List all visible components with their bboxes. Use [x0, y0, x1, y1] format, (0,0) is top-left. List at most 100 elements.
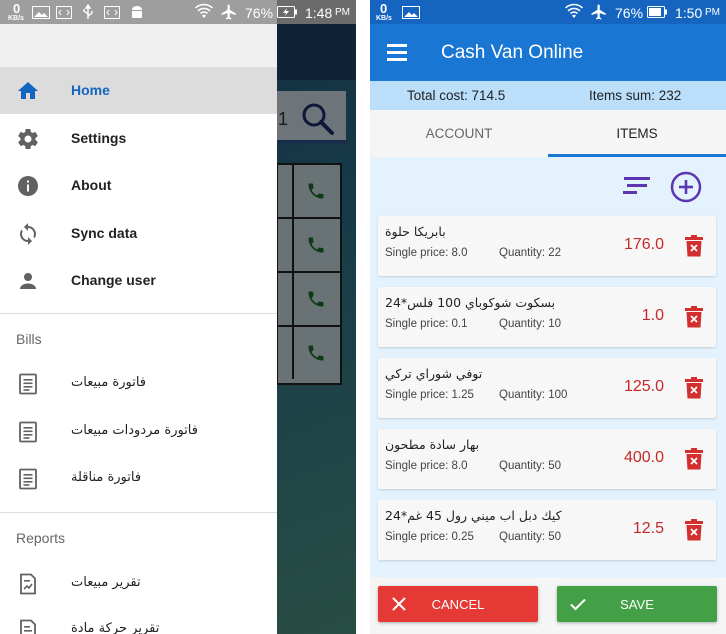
delete-icon[interactable]: [684, 377, 704, 399]
divider: [0, 512, 277, 513]
sync-icon: [20, 223, 36, 245]
left-screen: 1 Home Settings About Sync data Change u…: [0, 0, 356, 634]
code-icon: [104, 6, 120, 19]
item-name: بابريكا حلوة: [385, 224, 446, 239]
drawer-item-item-movement-report[interactable]: تقرير حركة مادة: [0, 606, 277, 634]
delete-icon[interactable]: [684, 306, 704, 328]
drawer-item-label: Home: [71, 82, 110, 98]
summary-bar: Total cost: 714.5 Items sum: 232: [370, 81, 726, 110]
section-header-reports: Reports: [16, 530, 66, 546]
item-total: 1.0: [641, 307, 664, 324]
cancel-button[interactable]: CANCEL: [378, 586, 538, 622]
tab-account[interactable]: ACCOUNT: [370, 110, 548, 157]
item-card[interactable]: بسكوت شوكوباي 100 فلس*24 Single price: 0…: [378, 287, 716, 347]
data-unit: KB/s: [376, 15, 392, 22]
airplane-icon: [591, 4, 606, 20]
data-unit: KB/s: [8, 15, 24, 22]
item-single-price: Single price: 0.25: [385, 531, 474, 543]
image-icon: [32, 6, 50, 19]
item-quantity: Quantity: 50: [499, 531, 562, 543]
home-icon: [18, 82, 38, 99]
item-single-price: Single price: 8.0: [385, 247, 468, 259]
battery-charging-icon: [277, 6, 297, 18]
save-button[interactable]: SAVE: [557, 586, 717, 622]
item-quantity: Quantity: 10: [499, 318, 562, 330]
drawer-item-transfer-invoice[interactable]: فاتورة مناقلة: [0, 455, 277, 502]
add-circle-icon[interactable]: [670, 171, 702, 203]
drawer-item-sales-invoice[interactable]: فاتورة مبيعات: [0, 360, 277, 407]
delete-icon[interactable]: [684, 519, 704, 541]
drawer-item-home[interactable]: Home: [0, 67, 277, 114]
items-sum: Items sum: 232: [589, 88, 682, 103]
drawer-item-sales-returns-invoice[interactable]: فاتورة مردودات مبيعات: [0, 408, 277, 455]
person-icon: [20, 273, 36, 289]
code-icon: [56, 6, 72, 19]
app-title: Cash Van Online: [441, 42, 584, 63]
cancel-button-label: CANCEL: [431, 597, 485, 612]
divider: [0, 313, 277, 314]
drawer-item-label: Sync data: [71, 225, 138, 241]
item-single-price: Single price: 1.25: [385, 389, 474, 401]
drawer-item-about[interactable]: About: [0, 162, 277, 209]
tab-items[interactable]: ITEMS: [548, 110, 726, 157]
drawer-item-change-user[interactable]: Change user: [0, 257, 277, 304]
drawer-item-label: تقرير حركة مادة: [71, 621, 160, 634]
data-speed: 0: [380, 1, 388, 16]
drawer-item-label: About: [71, 177, 112, 193]
item-name: توفي شوراي تركي: [385, 366, 483, 381]
clock-time: 1:50: [675, 5, 703, 21]
item-name: كيك دبل اب ميني رول 45 غم*24: [385, 508, 562, 523]
right-screen: 0 KB/s 76% 1:50 PM Cash Van Online Total…: [370, 0, 726, 634]
item-card[interactable]: بهار سادة مطحون Single price: 8.0 Quanti…: [378, 429, 716, 489]
delete-icon[interactable]: [684, 235, 704, 257]
drawer-item-label: Settings: [71, 130, 127, 146]
wifi-icon: [194, 3, 214, 18]
battery-percent: 76%: [615, 5, 644, 21]
item-card[interactable]: كيك دبل اب ميني رول 45 غم*24 Single pric…: [378, 500, 716, 560]
item-total: 176.0: [623, 236, 664, 253]
item-card[interactable]: توفي شوراي تركي Single price: 1.25 Quant…: [378, 358, 716, 418]
total-cost: Total cost: 714.5: [407, 88, 506, 103]
drawer-header: [0, 24, 277, 67]
document-icon: [19, 373, 37, 395]
info-icon: [18, 176, 38, 196]
hamburger-menu-button[interactable]: [384, 40, 410, 64]
android-icon: [132, 6, 142, 18]
item-total: 12.5: [632, 520, 664, 537]
report-icon: [20, 619, 36, 634]
clock-ampm: PM: [705, 7, 720, 18]
wifi-icon: [564, 3, 584, 18]
drawer-item-settings[interactable]: Settings: [0, 115, 277, 162]
battery-percent: 76%: [245, 5, 274, 21]
image-icon: [402, 6, 420, 19]
data-speed: 0: [13, 1, 21, 16]
document-icon: [19, 468, 37, 490]
document-icon: [19, 421, 37, 443]
delete-icon[interactable]: [684, 448, 704, 470]
sort-icon[interactable]: [622, 174, 652, 196]
item-total: 125.0: [623, 378, 664, 395]
item-single-price: Single price: 0.1: [385, 318, 468, 330]
item-quantity: Quantity: 100: [499, 389, 568, 401]
drawer-item-sales-report[interactable]: تقرير مبيعات: [0, 560, 277, 607]
battery-icon: [647, 6, 667, 18]
report-icon: [20, 573, 36, 595]
drawer-item-label: فاتورة مبيعات: [71, 375, 147, 390]
clock-ampm: PM: [335, 7, 350, 18]
airplane-icon: [221, 4, 236, 20]
status-bar-content: 0 KB/s 76% 1:50 PM: [370, 0, 726, 24]
save-button-label: SAVE: [620, 597, 654, 612]
navigation-drawer: Home Settings About Sync data Change use…: [0, 0, 277, 634]
drawer-item-label: فاتورة مناقلة: [71, 470, 142, 485]
item-card[interactable]: بابريكا حلوة Single price: 8.0 Quantity:…: [378, 216, 716, 276]
usb-icon: [83, 4, 93, 19]
section-header-bills: Bills: [16, 331, 42, 347]
item-name: بسكوت شوكوباي 100 فلس*24: [385, 295, 556, 310]
drawer-item-sync[interactable]: Sync data: [0, 210, 277, 257]
gear-icon: [18, 129, 38, 150]
drawer-item-label: فاتورة مردودات مبيعات: [71, 423, 198, 438]
tab-bar: ACCOUNT ITEMS: [370, 110, 726, 157]
item-single-price: Single price: 8.0: [385, 460, 468, 472]
item-quantity: Quantity: 50: [499, 460, 562, 472]
drawer-item-label: تقرير مبيعات: [71, 575, 141, 590]
